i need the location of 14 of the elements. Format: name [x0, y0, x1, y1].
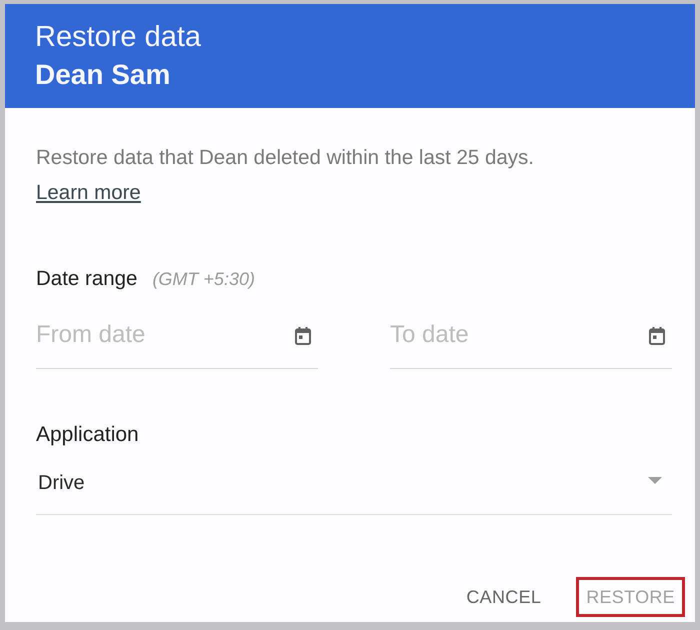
- date-range-label: Date range: [36, 267, 138, 291]
- application-label: Application: [36, 423, 140, 447]
- dialog-title: Restore data: [35, 20, 202, 55]
- application-dropdown[interactable]: Drive: [36, 459, 672, 515]
- date-field[interactable]: From date: [36, 311, 295, 368]
- date-field[interactable]: To date: [390, 311, 649, 368]
- user-name: Dean Sam: [35, 58, 172, 92]
- calendar-icon[interactable]: [649, 326, 665, 344]
- learn-more-link[interactable]: Learn more: [36, 181, 141, 204]
- caret-icon: [648, 476, 662, 484]
- calendar-icon[interactable]: [295, 326, 311, 344]
- description-text: Restore data that Dean deleted within the last 25 days.: [36, 146, 536, 170]
- action-button[interactable]: CANCEL: [461, 582, 546, 612]
- timezone-label: (GMT +5:30): [152, 268, 255, 291]
